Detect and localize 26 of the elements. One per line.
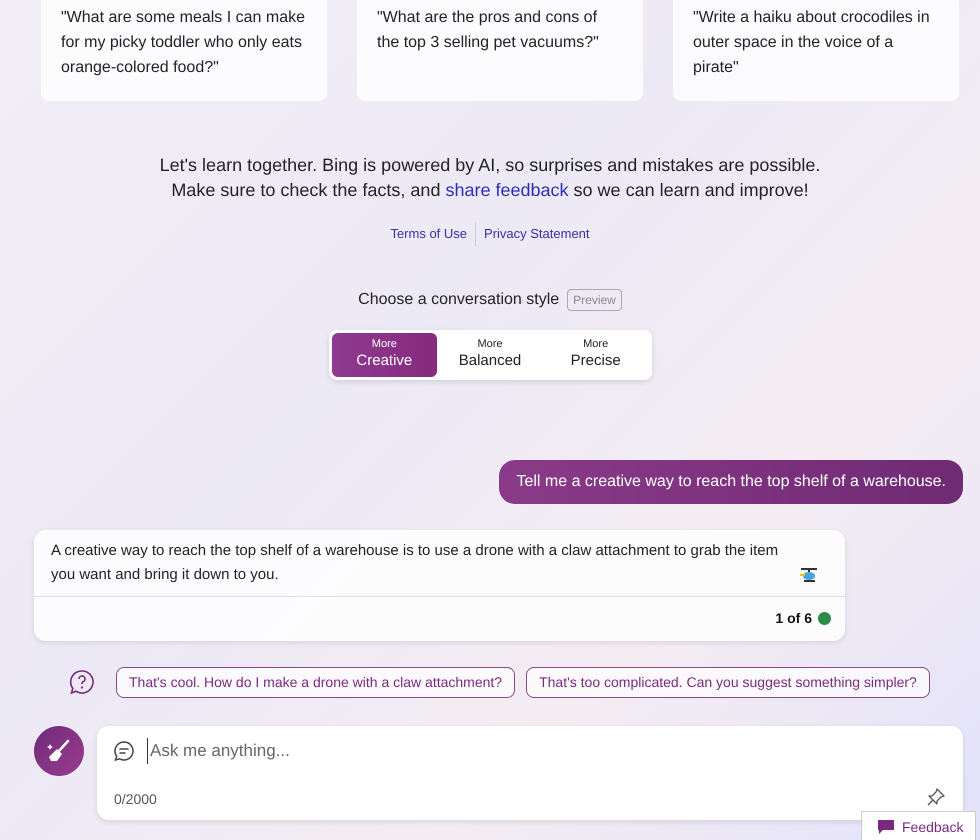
user-message: Tell me a creative way to reach the top shelf of a warehouse. [499, 460, 963, 504]
chat-input-box[interactable]: Ask me anything... 0/2000 [97, 726, 963, 820]
disclaimer-text: Let's learn together. Bing is powered by AI, so surprises and mistakes are possible. Make sure to check the facts, and share feedback so we can learn and improve! [158, 154, 822, 202]
style-option-tab[interactable]: More Creative [332, 332, 438, 376]
prompt-card[interactable]: "What are the pros and cons of the top 3 selling pet vacuums?" [357, 0, 643, 101]
suggestion-chip[interactable]: That's too complicated. Can you suggest something simpler? [526, 666, 930, 698]
character-count: 0/2000 [114, 790, 157, 808]
chat-bubble-icon [113, 740, 135, 762]
new-topic-button[interactable] [34, 726, 84, 776]
question-icon [69, 669, 95, 695]
broom-icon [46, 738, 72, 764]
legal-link[interactable]: Terms of Use [382, 222, 476, 246]
preview-badge: Preview [567, 288, 622, 310]
prompt-card[interactable]: "Write a haiku about crocodiles in outer space in the voice of a pirate" [673, 0, 959, 101]
prompt-card[interactable]: "What are some meals I can make for my picky toddler who only eats orange-colored food?" [41, 0, 327, 101]
comment-icon [878, 820, 894, 834]
suggestion-chip[interactable]: That's cool. How do I make a drone with a claw attachment? [116, 666, 516, 698]
pin-icon[interactable] [926, 786, 946, 806]
feedback-button[interactable]: Feedback [861, 811, 976, 840]
helicopter-icon [799, 566, 819, 582]
response-counter: 1 of 6 [775, 609, 812, 628]
style-label: Choose a conversation style [358, 290, 560, 310]
legal-link[interactable]: Privacy Statement [475, 222, 598, 246]
bot-message-text: A creative way to reach the top shelf of a warehouse is to use a drone with a claw attachment to grab the item you want and bring it down to you. [51, 540, 780, 584]
feedback-link[interactable]: share feedback [445, 180, 569, 200]
input-field[interactable]: Ask me anything... [147, 738, 907, 764]
